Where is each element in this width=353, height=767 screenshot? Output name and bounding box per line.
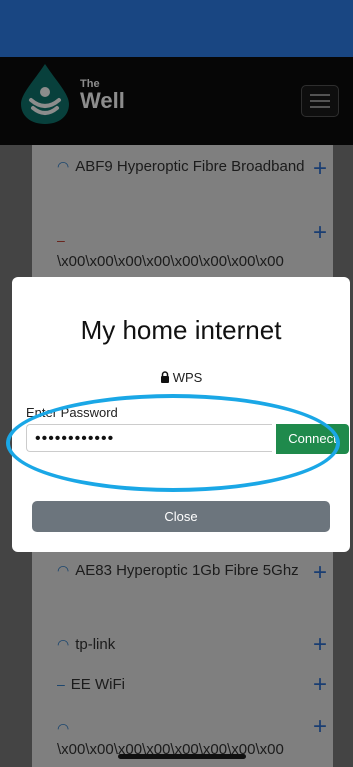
connect-modal: My home internet WPS Enter Password ••••… xyxy=(12,277,350,552)
password-label: Enter Password xyxy=(26,405,118,420)
security-type: WPS xyxy=(12,370,350,385)
password-field[interactable]: •••••••••••• xyxy=(26,424,272,452)
home-indicator xyxy=(118,754,246,759)
lock-icon xyxy=(160,371,169,383)
close-button[interactable]: Close xyxy=(32,501,330,532)
security-label: WPS xyxy=(172,370,203,385)
modal-title: My home internet xyxy=(80,315,282,345)
password-row: •••••••••••• Connect xyxy=(26,424,349,454)
connect-button[interactable]: Connect xyxy=(276,424,349,454)
